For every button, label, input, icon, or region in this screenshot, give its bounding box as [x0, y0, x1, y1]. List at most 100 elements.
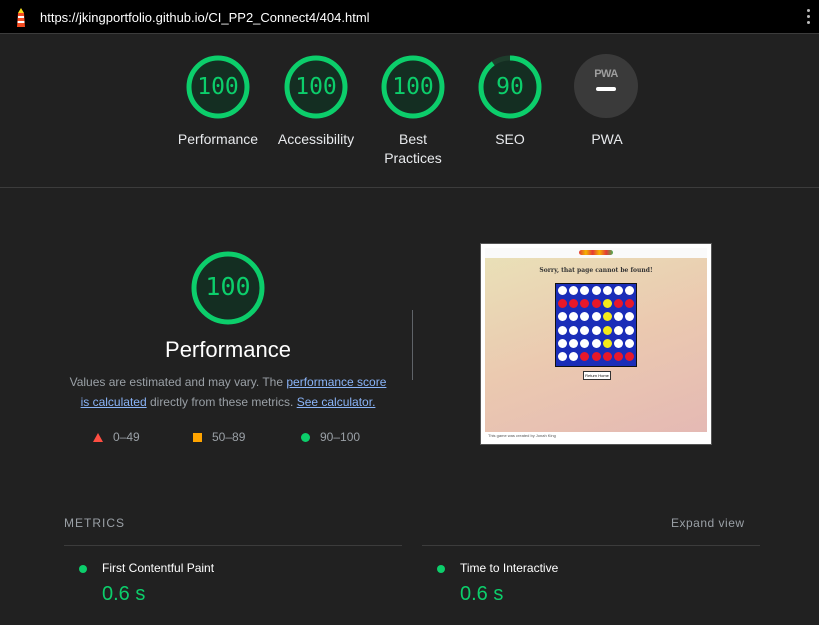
site-logo: [579, 250, 613, 255]
metrics-heading: METRICS: [64, 516, 125, 530]
board-cell: [580, 286, 590, 295]
board-cell: [591, 338, 601, 348]
pass-circle-icon: [79, 565, 87, 573]
expand-view-toggle[interactable]: Expand view: [671, 516, 745, 530]
board-cell: [591, 352, 601, 361]
board-cell: [580, 352, 590, 361]
board-cell: [591, 325, 601, 335]
board-cell: [602, 286, 612, 295]
score-label: Performance: [177, 131, 259, 147]
score-summary: 100 Performance 100 Accessibility 100 Be…: [0, 34, 819, 188]
desc-text: Values are estimated and may vary. The: [69, 375, 287, 389]
pwa-badge: PWA: [574, 54, 640, 120]
board-cell: [625, 286, 635, 295]
board-cell: [602, 352, 612, 361]
board-cell: [580, 338, 590, 348]
legend-range: 50–89: [212, 430, 246, 444]
performance-description: Values are estimated and may vary. The p…: [64, 372, 392, 412]
legend-average: 50–89: [193, 430, 245, 444]
board-cell: [625, 312, 635, 322]
metric-time-to-interactive: Time to Interactive 0.6 s: [422, 545, 760, 625]
board-cell: [614, 325, 623, 335]
legend-pass: 90–100: [301, 430, 360, 444]
board-cell: [558, 325, 567, 335]
score-label: Accessibility: [277, 131, 355, 147]
metric-first-contentful-paint: First Contentful Paint 0.6 s: [64, 545, 402, 625]
board-cell: [569, 299, 579, 309]
score-ring: 100: [380, 54, 446, 120]
performance-score: 100: [205, 272, 251, 301]
board-cell: [580, 299, 590, 309]
board-cell: [558, 299, 567, 309]
return-home-button: Return Home: [583, 371, 611, 380]
board-cell: [569, 325, 579, 335]
pwa-badge-text: PWA: [594, 68, 618, 80]
screenshot-footer: This game was created by Jonah King: [485, 432, 707, 440]
performance-gauge: 100: [190, 250, 266, 326]
board-cell: [558, 352, 567, 361]
gauge-best-practices[interactable]: 100 Best Practices: [363, 54, 463, 168]
more-vertical-icon[interactable]: [805, 6, 811, 28]
board-cell: [625, 299, 635, 309]
board-cell: [569, 352, 579, 361]
board-cell: [558, 286, 567, 295]
pass-circle-icon: [437, 565, 445, 573]
board-cell: [614, 352, 623, 361]
board-cell: [614, 312, 623, 322]
board-cell: [558, 338, 567, 348]
desc-text: directly from these metrics.: [146, 395, 297, 409]
url-bar: https://jkingportfolio.github.io/CI_PP2_…: [0, 0, 819, 34]
legend-fail: 0–49: [93, 430, 140, 444]
score-ring: 100: [283, 54, 349, 120]
score-ring: 90: [477, 54, 543, 120]
gauge-seo[interactable]: 90 SEO: [460, 54, 560, 149]
board-cell: [558, 312, 567, 322]
board-cell: [569, 312, 579, 322]
lighthouse-icon: [17, 8, 25, 27]
board-cell: [569, 286, 579, 295]
board-cell: [602, 325, 612, 335]
board-cell: [602, 338, 612, 348]
gauge-performance[interactable]: 100 Performance: [168, 54, 268, 149]
score-value: 100: [197, 74, 239, 100]
board-cell: [580, 312, 590, 322]
calculator-link[interactable]: See calculator.: [297, 395, 376, 409]
board-cell: [614, 338, 623, 348]
board-cell: [591, 286, 601, 295]
board-cell: [569, 338, 579, 348]
screenshot-header: [485, 248, 707, 258]
score-label: Best Practices: [384, 131, 442, 166]
legend-range: 0–49: [113, 430, 140, 444]
divider: [412, 310, 413, 380]
gauge-pwa[interactable]: PWA PWA: [557, 54, 657, 149]
score-value: 100: [295, 74, 337, 100]
square-icon: [193, 433, 202, 443]
metric-title: Time to Interactive: [460, 561, 559, 575]
board-cell: [591, 312, 601, 322]
performance-title: Performance: [165, 337, 291, 362]
board-cell: [625, 325, 635, 335]
metric-title: First Contentful Paint: [102, 561, 215, 575]
score-label: SEO: [495, 131, 525, 147]
score-value: 100: [392, 74, 434, 100]
legend-range: 90–100: [320, 430, 361, 444]
score-label: PWA: [591, 131, 623, 147]
board-cell: [580, 325, 590, 335]
page-url[interactable]: https://jkingportfolio.github.io/CI_PP2_…: [40, 10, 370, 25]
score-ring: 100: [185, 54, 251, 120]
board-cell: [602, 299, 612, 309]
board-cell: [625, 352, 635, 361]
board-cell: [602, 312, 612, 322]
metric-value: 0.6 s: [460, 583, 504, 605]
board-cell: [625, 338, 635, 348]
circle-icon: [301, 433, 310, 443]
metric-value: 0.6 s: [102, 583, 146, 605]
triangle-icon: [93, 433, 103, 443]
final-screenshot[interactable]: Sorry, that page cannot be found! Return…: [480, 243, 712, 445]
board-cell: [614, 299, 623, 309]
screenshot-message: Sorry, that page cannot be found!: [539, 267, 653, 274]
gauge-accessibility[interactable]: 100 Accessibility: [266, 54, 366, 149]
score-value: 90: [496, 74, 524, 100]
connect4-board: [555, 283, 637, 367]
board-cell: [591, 299, 601, 309]
